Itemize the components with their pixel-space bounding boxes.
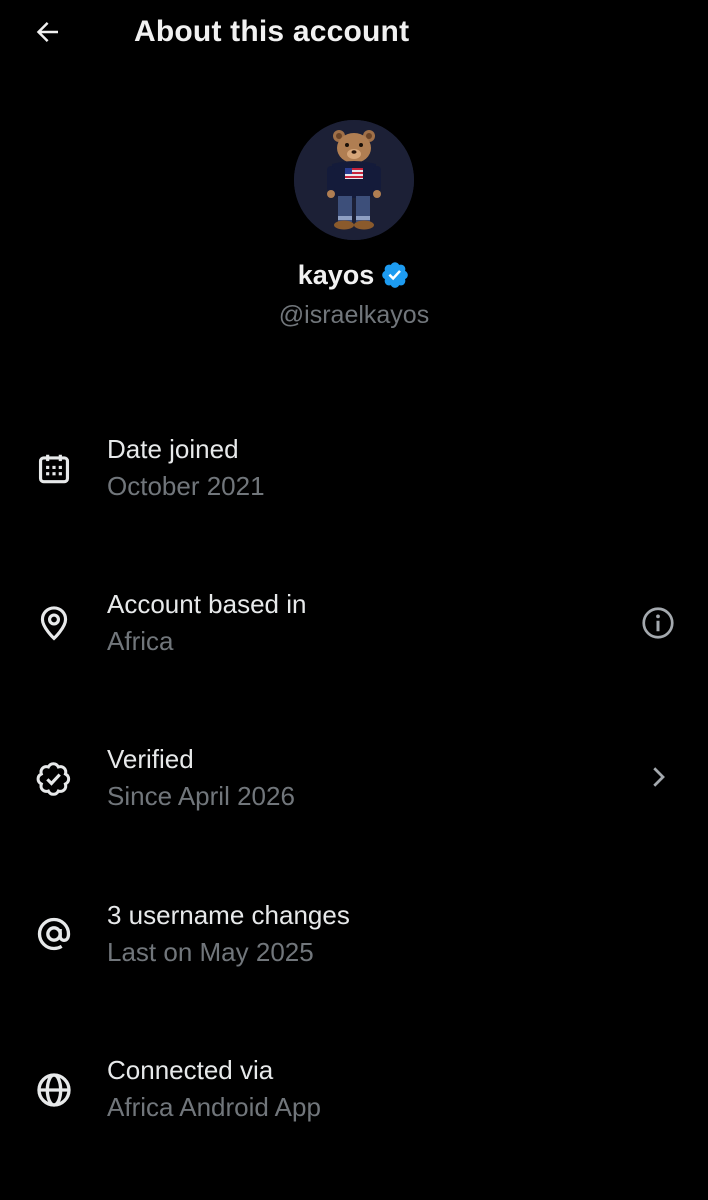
display-name-row: kayos [0, 254, 708, 296]
chevron-right-icon [638, 757, 678, 797]
info-button[interactable] [638, 603, 678, 643]
info-icon [642, 607, 674, 639]
info-row-verified[interactable]: Verified Since April 2026 [0, 730, 708, 840]
info-row-date-joined: Date joined October 2021 [0, 420, 708, 530]
info-row-connected-via: Connected via Africa Android App [0, 1041, 708, 1151]
teddy-bear-avatar [294, 120, 414, 240]
display-name: kayos [297, 259, 375, 290]
row-title: Date joined [107, 434, 239, 464]
top-bar: About this account [0, 0, 708, 64]
verified-badge-outline-icon [32, 757, 76, 801]
back-button[interactable] [28, 12, 68, 52]
page-title: About this account [134, 15, 410, 48]
row-subtitle: October 2021 [107, 471, 265, 501]
row-title: 3 username changes [107, 900, 350, 930]
calendar-icon [32, 447, 76, 491]
info-row-account-based-in: Account based in Africa [0, 575, 708, 685]
row-title: Connected via [107, 1055, 274, 1085]
verified-badge-icon[interactable] [380, 260, 410, 290]
row-subtitle: Since April 2026 [107, 781, 295, 811]
location-pin-icon [32, 601, 76, 645]
at-sign-icon [32, 912, 76, 956]
row-subtitle: Last on May 2025 [107, 937, 314, 967]
arrow-left-icon [36, 22, 58, 42]
row-subtitle: Africa [107, 626, 174, 656]
row-title: Verified [107, 744, 194, 774]
avatar[interactable] [294, 120, 414, 240]
info-row-username-changes: 3 username changes Last on May 2025 [0, 886, 708, 996]
globe-icon [32, 1068, 76, 1112]
row-subtitle: Africa Android App [107, 1092, 321, 1122]
row-title: Account based in [107, 589, 307, 619]
username-handle: @israelkayos [278, 301, 430, 329]
